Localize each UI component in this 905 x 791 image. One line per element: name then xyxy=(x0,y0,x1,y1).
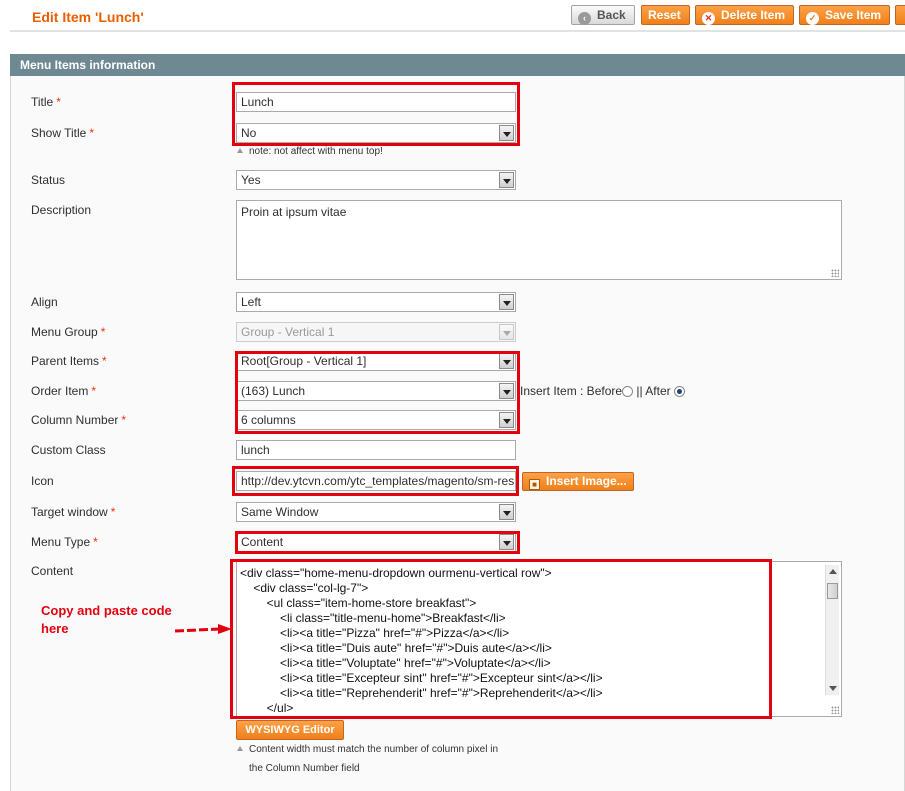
scroll-down-icon[interactable] xyxy=(829,686,837,691)
annotation-arrow-icon xyxy=(174,624,232,634)
resize-grip-icon[interactable] xyxy=(831,706,839,714)
note-triangle-icon xyxy=(237,746,243,751)
status-label: Status xyxy=(31,173,66,187)
highlight-order-box xyxy=(235,351,520,434)
content-note-line2: the Column Number field xyxy=(249,763,360,774)
check-icon: ✓ xyxy=(806,12,819,25)
page-title: Edit Item 'Lunch' xyxy=(32,9,144,25)
insert-position-group: Insert Item : Before || After xyxy=(520,384,685,398)
parent-items-label: Parent Items * xyxy=(31,354,107,368)
custom-class-input[interactable]: lunch xyxy=(236,440,516,460)
note-triangle-icon xyxy=(237,148,243,153)
annotation-line2: here xyxy=(41,621,69,636)
chevron-down-icon xyxy=(499,324,514,340)
back-arrow-icon: ‹ xyxy=(578,12,591,25)
show-title-label: Show Title * xyxy=(31,126,95,140)
delete-button-label: Delete Item xyxy=(721,8,786,22)
scroll-thumb[interactable] xyxy=(827,583,838,599)
reset-button[interactable]: Reset xyxy=(641,5,690,25)
custom-class-label: Custom Class xyxy=(31,443,106,457)
column-number-label: Column Number * xyxy=(31,413,127,427)
more-button[interactable] xyxy=(895,5,905,25)
resize-grip-icon[interactable] xyxy=(831,269,839,277)
insert-after-radio[interactable] xyxy=(673,386,685,397)
menu-type-label: Menu Type * xyxy=(31,535,98,549)
delete-icon: ✕ xyxy=(702,12,715,25)
target-window-label: Target window * xyxy=(31,505,116,519)
order-item-label: Order Item * xyxy=(31,384,97,398)
show-title-note: note: not affect with menu top! xyxy=(237,146,383,157)
save-item-button[interactable]: ✓ Save Item xyxy=(799,5,890,25)
description-value: Proin at ipsum vitae xyxy=(241,205,347,219)
highlight-icon-box xyxy=(232,466,519,496)
delete-item-button[interactable]: ✕ Delete Item xyxy=(695,5,794,25)
content-label: Content xyxy=(31,564,74,578)
icon-label: Icon xyxy=(31,474,54,488)
content-note: Content width must match the number of c… xyxy=(237,744,498,755)
section-title: Menu Items information xyxy=(10,54,905,76)
insert-before-label: Insert Item : Before xyxy=(520,384,623,398)
scroll-up-icon[interactable] xyxy=(829,569,837,574)
menu-group-label: Menu Group * xyxy=(31,325,106,339)
wysiwyg-editor-button[interactable]: WYSIWYG Editor xyxy=(236,720,344,740)
back-button[interactable]: ‹ Back xyxy=(571,5,635,25)
save-button-label: Save Item xyxy=(825,8,882,22)
content-scrollbar[interactable] xyxy=(825,565,839,695)
align-select[interactable]: Left xyxy=(236,292,516,312)
insert-before-radio[interactable] xyxy=(622,386,634,397)
chevron-down-icon xyxy=(499,172,514,188)
chevron-down-icon xyxy=(499,294,514,310)
description-label: Description xyxy=(31,203,92,217)
target-window-select[interactable]: Same Window xyxy=(236,502,516,522)
insert-image-label: Insert Image... xyxy=(546,474,627,488)
reset-button-label: Reset xyxy=(648,8,681,22)
status-select[interactable]: Yes xyxy=(236,170,516,190)
highlight-title-box xyxy=(232,82,520,146)
menu-group-select: Group - Vertical 1 xyxy=(236,322,516,342)
image-icon: ■ xyxy=(529,479,540,490)
annotation-text: Copy and paste code here xyxy=(41,602,172,638)
back-button-label: Back xyxy=(597,8,626,22)
annotation-line1: Copy and paste code xyxy=(41,603,172,618)
description-textarea[interactable]: Proin at ipsum vitae xyxy=(236,200,842,280)
align-label: Align xyxy=(31,295,58,309)
highlight-content-box xyxy=(230,559,772,719)
insert-after-label: After xyxy=(645,384,671,398)
insert-image-button[interactable]: ■ Insert Image... xyxy=(522,472,634,491)
insert-separator: || xyxy=(636,384,643,398)
chevron-down-icon xyxy=(499,504,514,520)
title-label: Title * xyxy=(31,95,61,109)
highlight-menu-type-box xyxy=(235,531,520,554)
header-divider xyxy=(10,30,905,32)
